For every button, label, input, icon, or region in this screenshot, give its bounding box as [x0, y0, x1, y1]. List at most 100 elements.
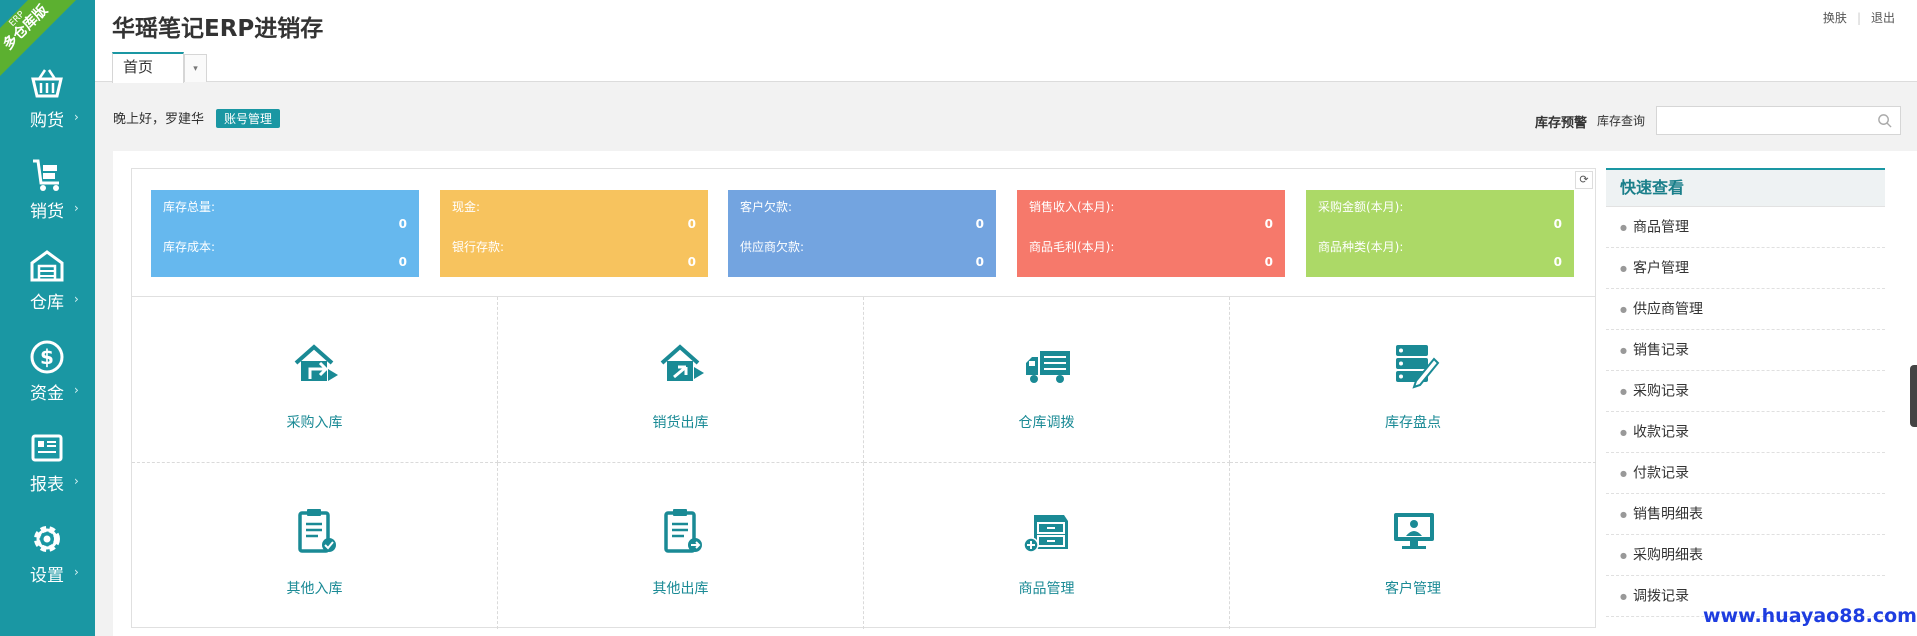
sidebar-item-sales[interactable]: 销货 › — [0, 143, 95, 231]
sidebar-item-funds[interactable]: $ 资金 › — [0, 325, 95, 413]
truck-icon — [1026, 351, 1070, 383]
quick-link-sales-records[interactable]: ● 销售记录 — [1606, 330, 1885, 371]
link-divider: | — [1856, 11, 1861, 25]
inventory-search-input[interactable] — [1656, 106, 1901, 135]
quick-link-customers[interactable]: ● 客户管理 — [1606, 248, 1885, 289]
bullet-icon: ● — [1620, 551, 1627, 560]
card-value: 0 — [1553, 255, 1562, 269]
quick-link-purchase-records[interactable]: ● 采购记录 — [1606, 371, 1885, 412]
stock-check-icon — [1396, 345, 1440, 389]
bullet-icon: ● — [1620, 510, 1627, 519]
shortcut-customer[interactable]: 客户管理 — [1230, 463, 1596, 629]
card-label: 商品毛利(本月): — [1029, 240, 1115, 254]
bullet-icon: ● — [1620, 223, 1627, 232]
shortcut-goods[interactable]: 商品管理 — [864, 463, 1230, 629]
shortcut-transfer[interactable]: 仓库调拨 — [864, 297, 1230, 463]
quick-link-goods[interactable]: ● 商品管理 — [1606, 207, 1885, 248]
shortcut-sales-out[interactable]: 销货出库 — [498, 297, 864, 463]
chevron-right-icon: › — [74, 110, 79, 124]
tab-home[interactable]: 首页 — [112, 52, 184, 83]
bullet-icon: ● — [1620, 346, 1627, 355]
bullet-icon: ● — [1620, 469, 1627, 478]
sidebar-item-settings[interactable]: 设置 › — [0, 507, 95, 595]
quick-link-sales-detail[interactable]: ● 销售明细表 — [1606, 494, 1885, 535]
quick-link-suppliers[interactable]: ● 供应商管理 — [1606, 289, 1885, 330]
card-label: 供应商欠款: — [740, 240, 805, 254]
shortcut-label: 采购入库 — [286, 415, 343, 431]
inventory-warning-link[interactable]: 库存预警 — [1535, 112, 1587, 131]
greeting-text: 晚上好，罗建华 — [113, 112, 205, 127]
tab-dropdown-button[interactable]: ▾ — [184, 54, 207, 82]
app-title: 华瑶笔记ERP进销存 — [112, 16, 324, 42]
sidebar-item-purchase[interactable]: 购货 › — [0, 52, 95, 140]
bullet-icon: ● — [1620, 387, 1627, 396]
quick-link-label: 收款记录 — [1632, 424, 1689, 441]
card-value: 0 — [975, 255, 984, 269]
card-label: 现金: — [452, 200, 481, 214]
sidebar-item-label: 仓库 — [30, 293, 64, 313]
quick-view-title: 快速查看 — [1606, 170, 1885, 207]
goods-drawer-icon — [1023, 515, 1068, 553]
summary-card-stock: 库存总量: 0 库存成本: 0 — [151, 190, 419, 277]
chevron-right-icon: › — [74, 201, 79, 215]
shortcut-other-in[interactable]: 其他入库 — [132, 463, 498, 629]
sidebar-item-label: 设置 — [30, 566, 64, 586]
chevron-right-icon: › — [74, 565, 79, 579]
shortcut-purchase-in[interactable]: 采购入库 — [132, 297, 498, 463]
header: 华瑶笔记ERP进销存 换肤 | 退出 首页 ▾ — [95, 0, 1917, 83]
card-label: 银行存款: — [452, 240, 505, 254]
card-value: 0 — [1264, 255, 1273, 269]
refresh-icon[interactable]: ⟳ — [1575, 171, 1593, 189]
basket-icon — [31, 69, 63, 98]
quick-link-label: 供应商管理 — [1632, 301, 1703, 318]
quick-link-label: 销售记录 — [1632, 342, 1689, 359]
side-drawer-handle[interactable] — [1910, 365, 1917, 427]
card-value: 0 — [975, 217, 984, 231]
top-links: 换肤 | 退出 — [1823, 9, 1895, 26]
shortcut-label: 其他入库 — [286, 581, 343, 597]
card-label: 采购金额(本月): — [1318, 200, 1404, 214]
logout-link[interactable]: 退出 — [1871, 11, 1895, 25]
summary-card-purchase: 采购金额(本月): 0 商品种类(本月): 0 — [1306, 190, 1574, 277]
summary-card-sales: 销售收入(本月): 0 商品毛利(本月): 0 — [1017, 190, 1285, 277]
clipboard-out-icon — [664, 509, 702, 553]
customer-monitor-icon — [1394, 513, 1434, 549]
card-value: 0 — [398, 255, 407, 269]
sidebar-item-reports[interactable]: 报表 › — [0, 416, 95, 504]
card-label: 客户欠款: — [740, 200, 793, 214]
search-icon[interactable] — [1877, 113, 1892, 128]
account-manage-button[interactable]: 账号管理 — [216, 109, 281, 128]
quick-link-label: 销售明细表 — [1632, 506, 1703, 523]
quick-link-label: 采购明细表 — [1632, 547, 1703, 564]
warehouse-icon — [30, 250, 64, 282]
cart-icon — [33, 159, 59, 191]
report-icon — [31, 434, 63, 462]
quick-link-receipts[interactable]: ● 收款记录 — [1606, 412, 1885, 453]
purchase-in-icon — [294, 344, 338, 381]
chevron-right-icon: › — [74, 474, 79, 488]
inventory-query-label: 库存查询 — [1597, 114, 1646, 128]
card-value: 0 — [1264, 217, 1273, 231]
quick-link-purchase-detail[interactable]: ● 采购明细表 — [1606, 535, 1885, 576]
clipboard-in-icon — [298, 509, 336, 553]
shortcut-label: 销货出库 — [652, 415, 709, 431]
sidebar: ERP 多仓库版 购货 › 销货 › 仓库 › $ 资金 › 报表 › 设置 › — [0, 0, 95, 636]
shortcut-other-out[interactable]: 其他出库 — [498, 463, 864, 629]
card-label: 库存总量: — [163, 200, 216, 214]
quick-link-payments[interactable]: ● 付款记录 — [1606, 453, 1885, 494]
card-value: 0 — [687, 217, 696, 231]
shortcut-stock-check[interactable]: 库存盘点 — [1230, 297, 1596, 463]
shortcut-label: 仓库调拨 — [1018, 415, 1075, 431]
skin-link[interactable]: 换肤 — [1823, 11, 1847, 25]
sidebar-item-label: 资金 — [30, 384, 64, 404]
shortcut-label: 商品管理 — [1018, 581, 1075, 597]
card-label: 销售收入(本月): — [1029, 200, 1115, 214]
chevron-right-icon: › — [74, 292, 79, 306]
svg-text:$: $ — [40, 345, 54, 369]
bullet-icon: ● — [1620, 592, 1627, 601]
quick-link-label: 采购记录 — [1632, 383, 1689, 400]
shortcut-grid: 采购入库 销货出库 仓库调拨 库存盘点 其他入库 其他出库 商品管理 客户管理 — [131, 296, 1596, 629]
card-value: 0 — [1553, 217, 1562, 231]
sidebar-item-warehouse[interactable]: 仓库 › — [0, 234, 95, 322]
card-label: 商品种类(本月): — [1318, 240, 1404, 254]
